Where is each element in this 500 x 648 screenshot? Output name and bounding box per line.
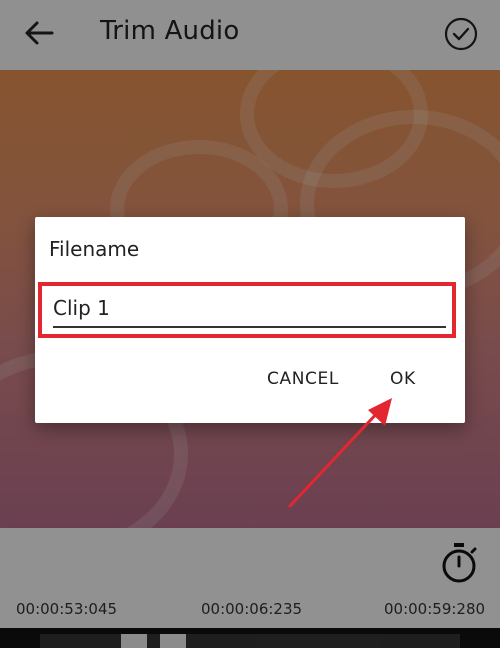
filename-dialog: Filename CANCEL OK bbox=[35, 217, 465, 423]
dialog-title: Filename bbox=[49, 237, 140, 261]
annotation-highlight-box bbox=[38, 282, 456, 338]
cancel-button[interactable]: CANCEL bbox=[267, 369, 339, 389]
ok-button[interactable]: OK bbox=[390, 369, 416, 389]
